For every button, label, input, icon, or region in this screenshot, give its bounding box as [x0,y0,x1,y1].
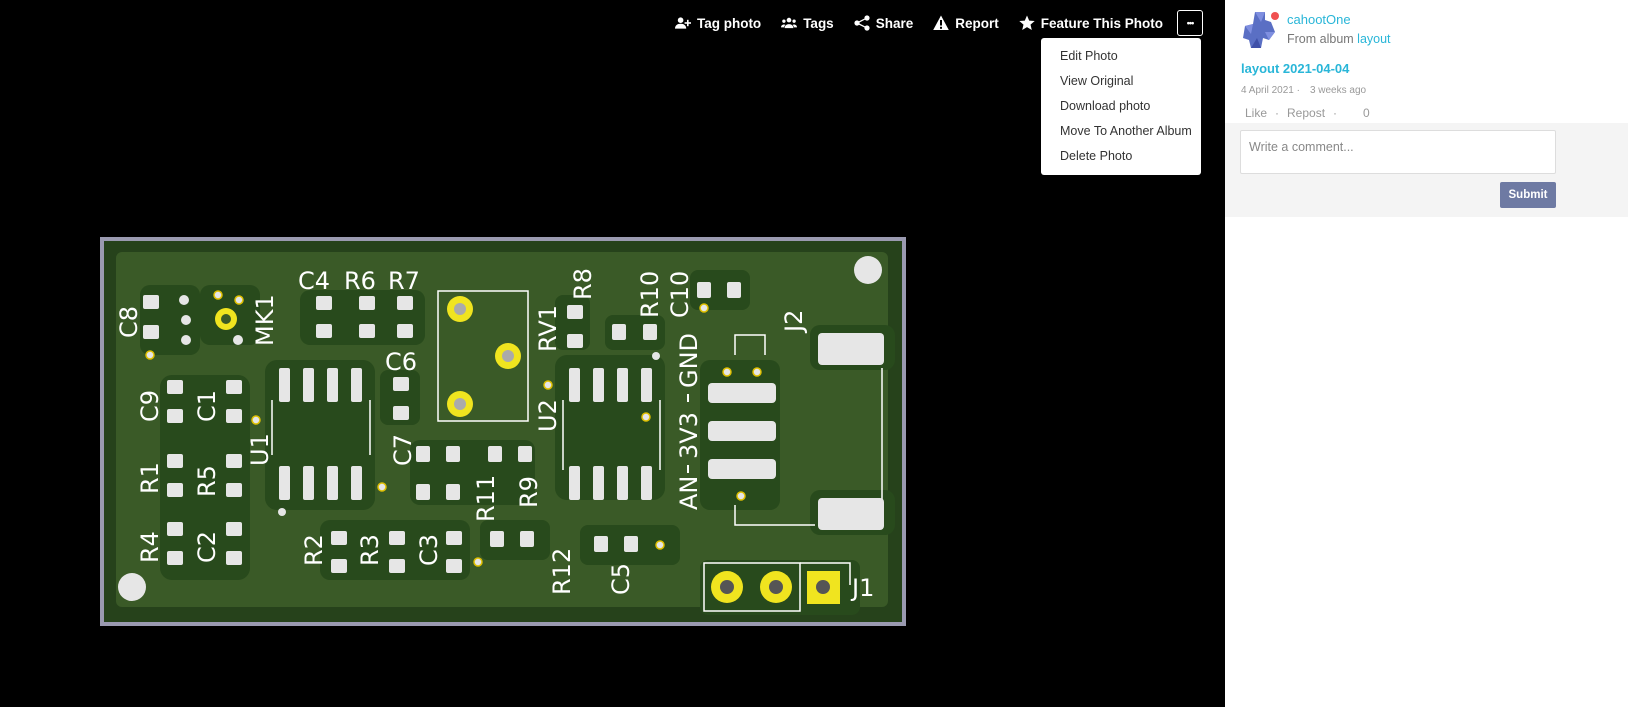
label-j2: J2 [780,310,808,334]
share-button[interactable]: Share [854,15,914,31]
menu-item-delete-photo[interactable]: Delete Photo [1041,144,1201,169]
label-c9: C9 [136,390,164,422]
label-rv1: RV1 [534,305,562,352]
label-u1: U1 [246,433,274,466]
comment-input[interactable] [1240,130,1556,174]
separator-dot: · [1333,106,1338,120]
tags-label: Tags [803,15,834,31]
online-status-dot [1271,12,1279,20]
label-r8: R8 [569,268,597,300]
user-plus-icon [674,17,691,29]
label-c8: C8 [115,306,143,338]
label-r4: R4 [136,531,164,563]
label-mk1: MK1 [251,294,279,346]
username-link[interactable]: cahootOne [1287,12,1351,27]
users-icon [781,17,798,29]
menu-item-edit-photo[interactable]: Edit Photo [1041,44,1201,69]
photo-actions: Like · Repost · 0 [1245,106,1370,120]
label-c6: C6 [385,348,417,376]
share-label: Share [875,15,914,31]
submit-comment-button[interactable]: Submit [1500,182,1556,208]
mounting-hole [118,573,146,601]
tag-photo-label: Tag photo [696,15,762,31]
label-r11: R11 [472,475,500,522]
label-gnd: GND [675,333,703,388]
from-album-prefix: From album [1287,32,1354,46]
like-count: 0 [1363,106,1370,120]
label-c10: C10 [666,271,694,318]
label-c4: C4 [298,267,330,295]
photo-viewer: C8 MK1 C4 R6 R7 R8 R10 C10 C6 RV1 C9 C1 … [0,0,1225,707]
report-label: Report [955,15,999,31]
comment-area: Submit [1225,123,1628,217]
photo-toolbar: Tag photo Tags Share Report Feature This… [674,10,1203,36]
tags-button[interactable]: Tags [781,15,834,31]
label-3v3: 3V3 [675,412,703,459]
feature-photo-button[interactable]: Feature This Photo [1019,15,1163,31]
label-c5: C5 [607,563,635,595]
separator-dot: · [1275,106,1280,120]
label-an: AN [675,476,703,510]
share-icon [854,15,870,31]
repost-button[interactable]: Repost [1287,106,1325,120]
label-u2: U2 [534,399,562,432]
photo-time-ago: 3 weeks ago [1309,85,1367,96]
label-r6: R6 [344,267,376,295]
menu-item-move-album[interactable]: Move To Another Album [1041,119,1201,144]
mounting-hole [854,256,882,284]
label-r12: R12 [548,548,576,595]
label-r10: R10 [636,271,664,318]
like-button[interactable]: Like [1245,106,1267,120]
warning-icon [933,15,950,30]
label-c1: C1 [193,390,221,422]
photo-meta: 4 April 2021 · 3 weeks ago [1241,85,1366,96]
label-r5: R5 [193,465,221,497]
tag-photo-button[interactable]: Tag photo [674,15,762,31]
feature-photo-label: Feature This Photo [1040,15,1163,31]
label-r3: R3 [356,534,384,566]
menu-item-download-photo[interactable]: Download photo [1041,94,1201,119]
label-r2: R2 [300,534,328,566]
label-c7: C7 [389,434,417,466]
label-r1: R1 [136,462,164,494]
ellipsis-icon: ••• [1186,18,1195,28]
star-icon [1019,15,1035,30]
photo-side-panel: cahootOne From album layout layout 2021-… [1225,0,1628,707]
album-link[interactable]: layout [1357,32,1390,46]
label-r7: R7 [388,267,420,295]
report-button[interactable]: Report [933,15,999,31]
from-album: From album layout [1287,32,1391,46]
label-c2: C2 [193,531,221,563]
label-c3: C3 [415,534,443,566]
photo-title[interactable]: layout 2021-04-04 [1241,61,1349,76]
photo-date: 4 April 2021 · [1241,85,1300,96]
photo-options-menu: Edit Photo View Original Download photo … [1041,38,1201,175]
more-options-button[interactable]: ••• [1177,10,1203,36]
menu-item-view-original[interactable]: View Original [1041,69,1201,94]
label-j1: J1 [850,574,874,602]
label-r9: R9 [515,476,543,508]
